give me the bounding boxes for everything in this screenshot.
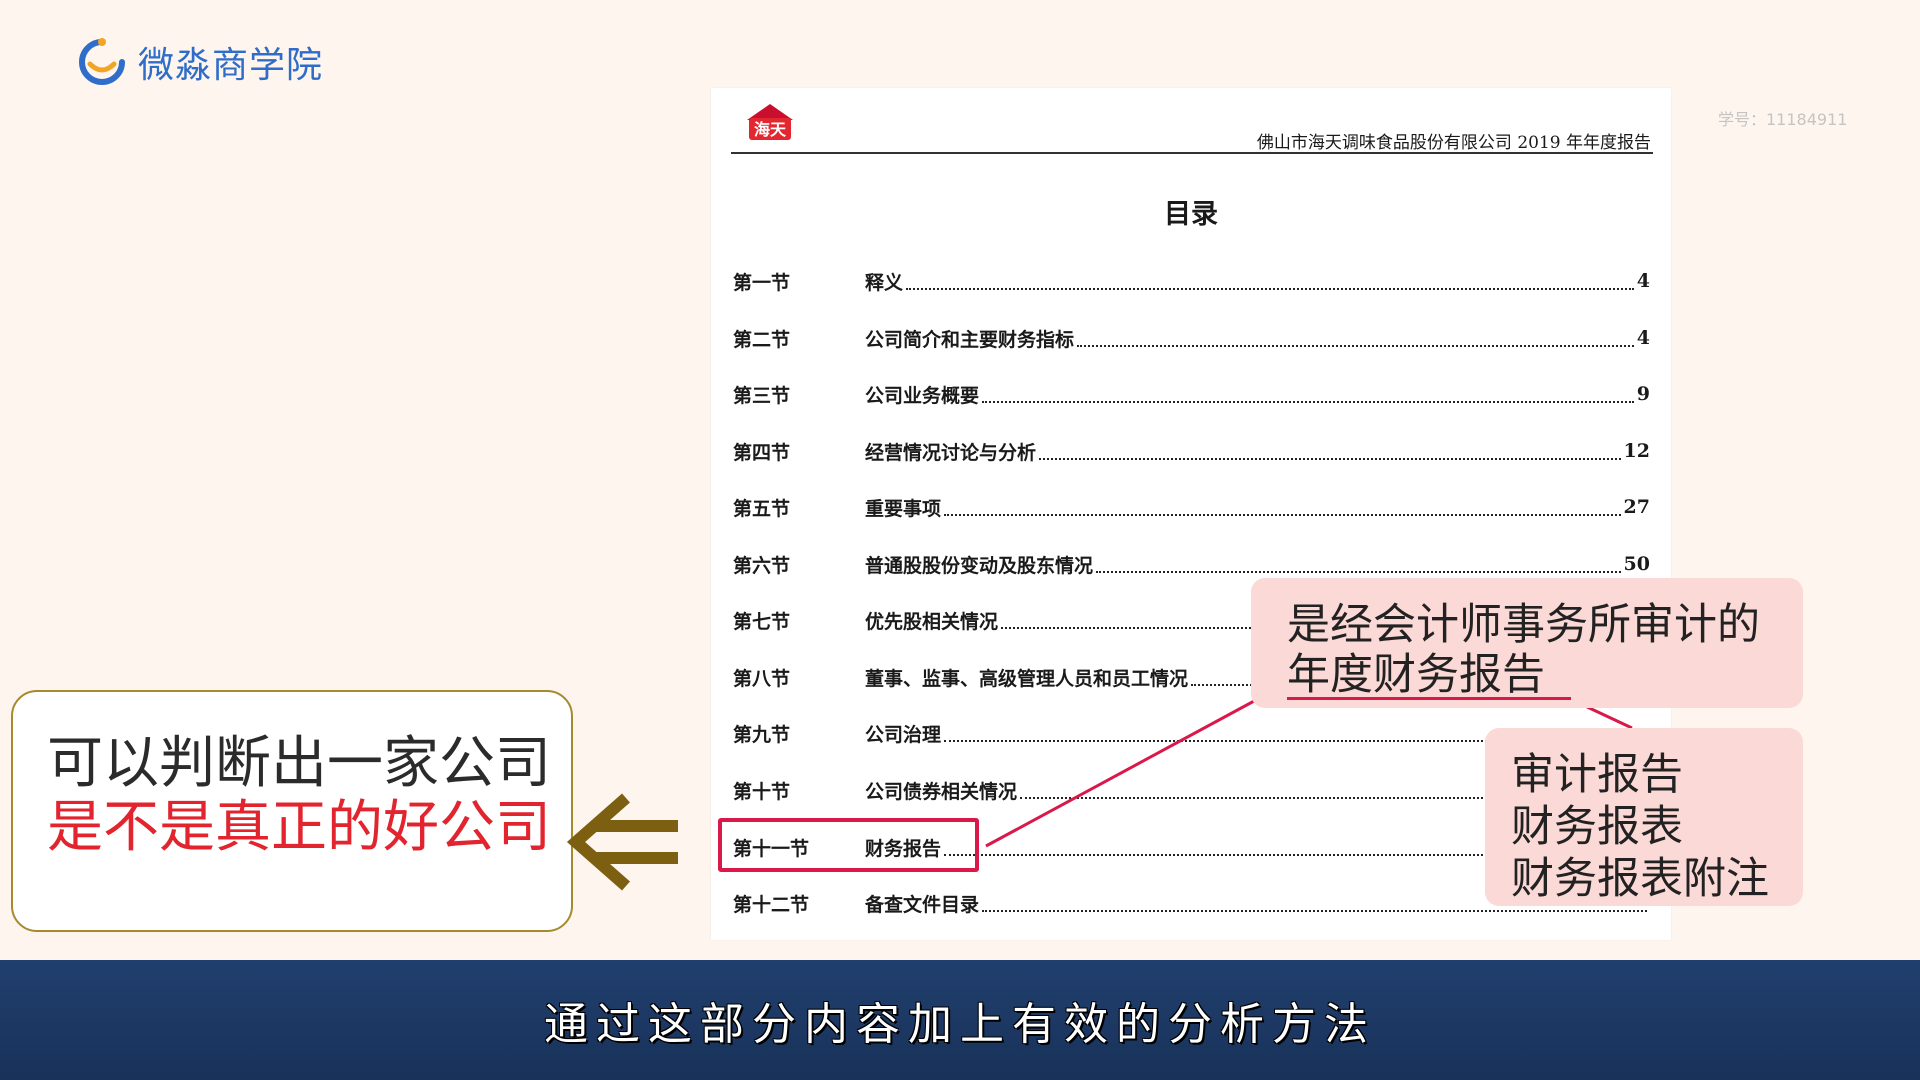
toc-page-number: 4 [1636,327,1650,349]
double-arrow-left-icon [566,793,678,891]
audit-callout-underline [1287,697,1571,700]
toc-page-number: 27 [1623,496,1650,518]
left-callout-line2: 是不是真正的好公司 [47,795,551,860]
student-id: 学号：11184911 [1718,110,1848,129]
toc-row: 第二节 公司简介和主要财务指标 4 [733,323,1650,353]
toc-leader-dots [982,906,1647,912]
toc-leader-dots [1039,454,1621,460]
toc-section-title: 公司简介和主要财务指标 [865,328,1075,351]
toc-section-title: 公司债券相关情况 [865,780,1018,803]
toc-row: 第六节 普通股股份变动及股东情况 50 [733,549,1650,579]
left-callout: 可以判断出一家公司 是不是真正的好公司 [11,690,573,932]
toc-title: 目录 [1164,199,1218,230]
toc-section-title: 经营情况讨论与分析 [865,441,1037,464]
toc-section-number: 第五节 [733,497,791,520]
toc-section-number: 第三节 [733,384,791,407]
toc-section-number: 第八节 [733,667,791,690]
audit-callout: 是经会计师事务所审计的 年度财务报告 [1251,578,1803,708]
toc-section-number: 第十二节 [733,893,810,916]
header-divider [731,152,1653,154]
toc-page-number: 4 [1636,270,1650,292]
toc-leader-dots [944,510,1621,516]
toc-highlight-box [718,818,979,872]
brand-logo: 微淼商学院 [76,36,323,88]
toc-section-number: 第一节 [733,271,791,294]
audit-callout-line2: 年度财务报告 [1287,650,1545,700]
toc-row: 第四节 经营情况讨论与分析 12 [733,436,1650,466]
toc-leader-dots [1077,341,1634,347]
toc-section-title: 备查文件目录 [865,893,980,916]
toc-leader-dots [906,284,1634,290]
toc-row: 第一节 释义 4 [733,266,1650,296]
report-header: 佛山市海天调味食品股份有限公司 2019 年年度报告 [1256,133,1651,153]
brand-logo-icon [79,38,125,85]
subtitle-bar: 通过这部分内容加上有效的分析方法 [0,960,1920,1080]
haitian-logo-text: 海天 [754,120,787,139]
toc-section-number: 第九节 [733,723,791,746]
toc-section-title: 公司治理 [865,723,942,746]
toc-row: 第五节 重要事项 27 [733,492,1650,522]
toc-section-title: 董事、监事、高级管理人员和员工情况 [865,667,1189,690]
toc-leader-dots [1096,567,1621,573]
toc-section-title: 优先股相关情况 [865,610,999,633]
toc-page-number: 12 [1623,440,1650,462]
toc-row: 第三节 公司业务概要 9 [733,379,1650,409]
toc-page-number: 9 [1636,383,1650,405]
toc-section-title: 重要事项 [865,497,942,520]
toc-section-title: 普通股股份变动及股东情况 [865,554,1094,577]
toc-section-number: 第二节 [733,328,791,351]
subtitle-text: 通过这部分内容加上有效的分析方法 [544,999,1376,1050]
report-parts-callout: 审计报告 财务报表 财务报表附注 [1485,728,1803,906]
report-part-item: 财务报表附注 [1511,854,1769,904]
haitian-logo-icon: 海天 [747,104,793,140]
toc-section-number: 第七节 [733,610,791,633]
toc-section-number: 第十节 [733,780,791,803]
toc-section-number: 第四节 [733,441,791,464]
toc-leader-dots [982,397,1634,403]
toc-page-number: 50 [1623,553,1650,575]
brand-name: 微淼商学院 [138,45,324,86]
toc-section-number: 第六节 [733,554,791,577]
toc-section-title: 公司业务概要 [865,384,980,407]
toc-section-title: 释义 [865,271,904,294]
